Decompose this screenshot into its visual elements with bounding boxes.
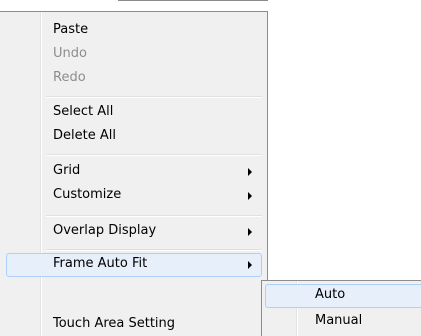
context-menu: Paste Undo Redo Select All Delete All Gr… bbox=[0, 11, 268, 336]
menu-item-label: Redo bbox=[53, 70, 86, 85]
menu-item-label: Frame Auto Fit bbox=[53, 256, 148, 271]
submenu-arrow-icon bbox=[248, 261, 252, 269]
menu-item-label: Undo bbox=[53, 46, 87, 61]
menu-item-select-all[interactable]: Select All bbox=[6, 101, 262, 125]
menu-item-label: Touch Area Setting bbox=[53, 316, 176, 331]
submenu-arrow-icon bbox=[248, 168, 252, 176]
menu-item-delete-all[interactable]: Delete All bbox=[6, 125, 262, 149]
menu-item-label: Select All bbox=[53, 104, 114, 119]
submenu-item-label: Manual bbox=[315, 313, 363, 328]
menu-item-customize[interactable]: Customize bbox=[6, 184, 262, 208]
frame-auto-fit-submenu: Auto Manual bbox=[261, 280, 421, 336]
menu-item-label: Delete All bbox=[53, 128, 116, 143]
menu-item-overlap-display[interactable]: Overlap Display bbox=[6, 220, 262, 244]
menu-item-redo[interactable]: Redo bbox=[6, 67, 262, 91]
submenu-item-manual[interactable]: Manual bbox=[265, 310, 421, 334]
menu-item-undo[interactable]: Undo bbox=[6, 43, 262, 67]
menu-separator bbox=[46, 215, 262, 217]
window-edge-line bbox=[118, 0, 268, 1]
menu-item-grid[interactable]: Grid bbox=[6, 160, 262, 184]
menu-item-label: Grid bbox=[53, 163, 81, 178]
menu-separator bbox=[46, 249, 262, 251]
submenu-item-auto[interactable]: Auto bbox=[265, 284, 421, 308]
menu-item-touch-area-setting[interactable]: Touch Area Setting bbox=[6, 313, 262, 336]
submenu-item-label: Auto bbox=[315, 287, 346, 302]
menu-item-frame-auto-fit[interactable]: Frame Auto Fit bbox=[6, 253, 262, 277]
menu-item-label: Overlap Display bbox=[53, 223, 157, 238]
menu-separator bbox=[46, 154, 262, 156]
menu-item-label: Paste bbox=[53, 22, 89, 37]
submenu-arrow-icon bbox=[248, 228, 252, 236]
menu-item-paste[interactable]: Paste bbox=[6, 19, 262, 43]
menu-separator bbox=[46, 96, 262, 98]
submenu-arrow-icon bbox=[248, 192, 252, 200]
screen: Paste Undo Redo Select All Delete All Gr… bbox=[0, 0, 421, 336]
menu-item-label: Customize bbox=[53, 187, 122, 202]
